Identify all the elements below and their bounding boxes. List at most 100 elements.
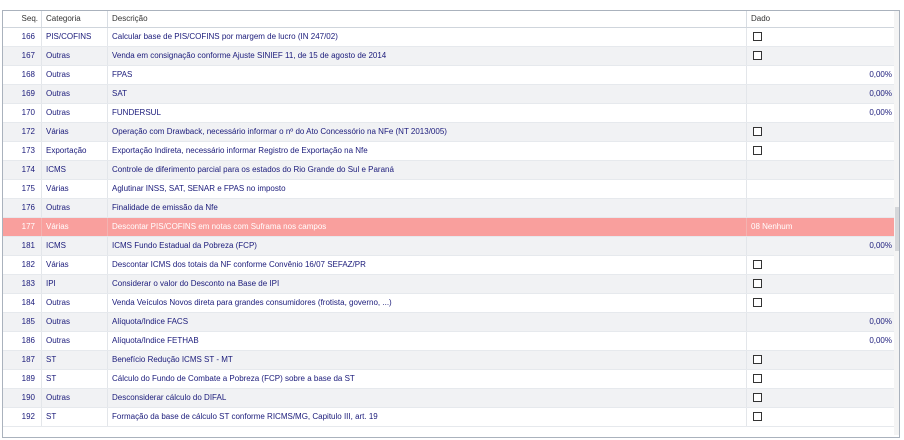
table-row[interactable]: 174 ICMS Controle de diferimento parcial p… [3,161,899,180]
table-row[interactable]: 185 Outras Alíquota/Indice FACS 0,00% [3,313,899,332]
cell-categoria: Outras [42,85,108,103]
checkbox[interactable] [753,32,762,42]
cell-categoria: ST [42,351,108,369]
cell-seq: 175 [3,180,42,198]
cell-seq: 181 [3,237,42,255]
table-row[interactable]: 176 Outras Finalidade de emissão da Nfe [3,199,899,218]
header-dado[interactable]: Dado [747,11,897,27]
cell-descricao: Calcular base de PIS/COFINS por margem d… [108,28,747,46]
checkbox[interactable] [753,279,762,289]
cell-categoria: ST [42,370,108,388]
checkbox[interactable] [753,146,762,156]
dado-value: 0,00% [869,317,892,326]
scrollbar-thumb[interactable] [895,207,899,251]
table-row[interactable]: 172 Várias Operação com Drawback, necessár… [3,123,899,142]
dado-value: 0,00% [869,336,892,345]
cell-categoria: Outras [42,104,108,122]
cell-dado [747,294,897,312]
table-row[interactable]: 169 Outras SAT 0,00% [3,85,899,104]
cell-seq: 192 [3,408,42,426]
checkbox[interactable] [753,412,762,422]
checkbox[interactable] [753,260,762,270]
checkbox[interactable] [753,393,762,403]
cell-dado [747,161,897,179]
dado-value[interactable]: 08 Nenhum [751,218,896,236]
dado-value: 0,00% [869,108,892,117]
cell-descricao: Considerar o valor do Desconto na Base d… [108,275,747,293]
cell-descricao: Benefício Redução ICMS ST - MT [108,351,747,369]
cell-categoria: Várias [42,180,108,198]
cell-categoria: PIS/COFINS [42,28,108,46]
cell-categoria: ICMS [42,237,108,255]
table-row[interactable]: 166 PIS/COFINS Calcular base de PIS/COFINS… [3,28,899,47]
cell-seq: 170 [3,104,42,122]
checkbox[interactable] [753,298,762,308]
cell-descricao: Operação com Drawback, necessário inform… [108,123,747,141]
cell-categoria: Outras [42,389,108,407]
cell-categoria: Várias [42,256,108,274]
vertical-scrollbar[interactable] [894,11,899,435]
table-row[interactable]: 184 Outras Venda Veículos Novos direta par… [3,294,899,313]
checkbox[interactable] [753,51,762,61]
table-row[interactable]: 167 Outras Venda em consignação conforme A… [3,47,899,66]
cell-descricao: Alíquota/Indice FACS [108,313,747,331]
table-row[interactable]: 192 ST Formação da base de cálculo ST conf… [3,408,899,427]
header-categoria[interactable]: Categoria [42,11,108,27]
cell-dado: 08 Nenhum [747,218,897,236]
cell-dado [747,28,897,46]
cell-seq: 189 [3,370,42,388]
dado-value: 0,00% [869,241,892,250]
cell-seq: 174 [3,161,42,179]
cell-seq: 173 [3,142,42,160]
table-row[interactable]: 182 Várias Descontar ICMS dos totais da NF… [3,256,899,275]
table-row[interactable]: 177 Várias Descontar PIS/COFINS em notas c… [3,218,899,237]
checkbox[interactable] [753,127,762,137]
checkbox[interactable] [753,374,762,384]
cell-categoria: Outras [42,199,108,217]
checkbox[interactable] [753,355,762,365]
cell-seq: 167 [3,47,42,65]
table-row[interactable]: 181 ICMS ICMS Fundo Estadual da Pobreza (F… [3,237,899,256]
cell-categoria: Outras [42,313,108,331]
cell-dado [747,370,897,388]
table-row[interactable]: 168 Outras FPAS 0,00% [3,66,899,85]
cell-descricao: FUNDERSUL [108,104,747,122]
cell-descricao: Descontar ICMS dos totais da NF conforme… [108,256,747,274]
cell-seq: 183 [3,275,42,293]
table-row[interactable]: 190 Outras Desconsiderar cálculo do DIFAL [3,389,899,408]
cell-seq: 172 [3,123,42,141]
cell-categoria: Outras [42,294,108,312]
cell-seq: 169 [3,85,42,103]
cell-descricao: SAT [108,85,747,103]
cell-dado: 0,00% [747,313,897,331]
table-row[interactable]: 189 ST Cálculo do Fundo de Combate a Pobre… [3,370,899,389]
table-row[interactable]: 186 Outras Alíquota/Indice FETHAB 0,00% [3,332,899,351]
cell-seq: 184 [3,294,42,312]
dado-value: 0,00% [869,89,892,98]
table-row[interactable]: 183 IPI Considerar o valor do Desconto na … [3,275,899,294]
cell-descricao: Desconsiderar cálculo do DIFAL [108,389,747,407]
cell-descricao: Venda em consignação conforme Ajuste SIN… [108,47,747,65]
cell-dado: 0,00% [747,104,897,122]
table-row[interactable]: 187 ST Benefício Redução ICMS ST - MT [3,351,899,370]
cell-dado [747,351,897,369]
table-row[interactable]: 175 Várias Aglutinar INSS, SAT, SENAR e FP… [3,180,899,199]
header-seq[interactable]: Seq. [3,11,42,27]
cell-dado [747,389,897,407]
table-row[interactable]: 173 Exportação Exportação Indireta, necess… [3,142,899,161]
cell-descricao: Controle de diferimento parcial para os … [108,161,747,179]
table-row[interactable]: 170 Outras FUNDERSUL 0,00% [3,104,899,123]
cell-descricao: Venda Veículos Novos direta para grandes… [108,294,747,312]
header-descricao[interactable]: Descrição [108,11,747,27]
cell-categoria: Outras [42,47,108,65]
cell-categoria: ST [42,408,108,426]
cell-categoria: Várias [42,218,108,236]
cell-seq: 177 [3,218,42,236]
cell-descricao: Cálculo do Fundo de Combate a Pobreza (F… [108,370,747,388]
cell-dado [747,180,897,198]
cell-descricao: Aglutinar INSS, SAT, SENAR e FPAS no imp… [108,180,747,198]
parameters-grid: Seq. Categoria Descrição Dado 166 PIS/COF… [2,10,900,438]
cell-descricao: Finalidade de emissão da Nfe [108,199,747,217]
cell-descricao: Descontar PIS/COFINS em notas com Sufram… [108,218,747,236]
grid-header: Seq. Categoria Descrição Dado [3,11,899,28]
